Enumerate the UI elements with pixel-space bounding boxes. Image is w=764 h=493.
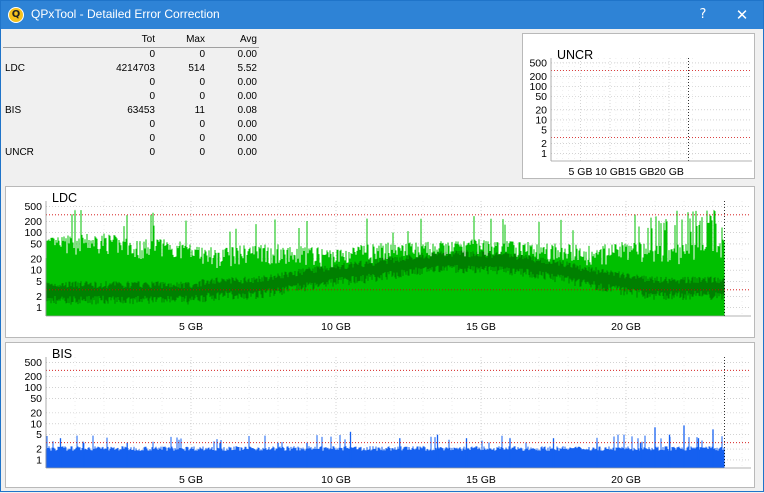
x-tick-label: 10 GB — [595, 166, 625, 178]
uncr-chart-panel: 500 200 100 50 20 10 5 2 1 5 GB 10 GB 15 GB 20 GB UNC… — [522, 33, 755, 179]
y-tick-label: 1 — [36, 454, 42, 466]
y-tick-label: 50 — [30, 393, 42, 405]
stats-row-0-tot: 0 — [149, 49, 155, 60]
bis-chart-panel: 500 200 100 50 20 10 5 2 1 5 GB 10 GB 15 GB 20 GB BIS — [5, 342, 755, 488]
stats-row-3-max: 0 — [199, 91, 205, 102]
x-tick-label: 15 GB — [466, 474, 496, 486]
stats-row-1-max: 514 — [188, 63, 205, 74]
stats-row-0-avg: 0.00 — [237, 49, 257, 60]
x-tick-label: 15 GB — [625, 166, 655, 178]
stats-row-1-avg: 5.52 — [237, 63, 257, 74]
stats-row-7-tot: 0 — [149, 147, 155, 158]
stats-header-row: Tot Max Avg — [3, 34, 259, 48]
chart-title: BIS — [52, 347, 72, 361]
bis-chart: 5002001005020105215 GB 10 GB 15 GB 20 GBBIS — [24, 347, 751, 486]
ldc-chart-panel: 500 200 100 50 20 10 5 2 1 5 GB 10 GB 15 GB 20 GB LDC — [5, 186, 755, 338]
stats-header-tot: Tot — [141, 34, 155, 45]
stats-row-4-tot: 63453 — [127, 105, 155, 116]
qpxtool-icon: Q — [8, 7, 24, 23]
stats-row-1-tot: 4214703 — [116, 63, 155, 74]
stats-row-5-max: 0 — [199, 119, 205, 130]
y-tick-label: 500 — [24, 201, 42, 213]
y-tick-label: 5 — [36, 429, 42, 441]
y-tick-label: 100 — [24, 227, 42, 239]
stats-row-2-avg: 0.00 — [237, 77, 257, 88]
client-area: Tot Max Avg 0 0 0.00 LDC 4214703 514 5.52 0 0 0.0… — [1, 29, 763, 491]
window-title: QPxTool - Detailed Error Correction — [31, 7, 220, 21]
chart-title: LDC — [52, 191, 77, 205]
stats-row-6-avg: 0.00 — [237, 133, 257, 144]
ldc-chart: 5002001005020105215 GB 10 GB 15 GB 20 GBLDC — [24, 191, 751, 333]
stats-row-1-label: LDC — [5, 63, 26, 74]
x-tick-label: 20 GB — [654, 166, 684, 178]
x-tick-label: 5 GB — [569, 166, 593, 178]
stats-row-3-avg: 0.00 — [237, 91, 257, 102]
y-tick-label: 500 — [529, 57, 547, 69]
y-tick-label: 10 — [30, 265, 42, 277]
chart-title: UNCR — [557, 48, 593, 62]
y-tick-label: 5 — [36, 276, 42, 288]
stats-row-4-max: 11 — [194, 105, 205, 116]
uncr-chart: 5002001005020105215 GB 10 GB 15 GB 20 GBUNC… — [529, 48, 752, 178]
stats-row-6-tot: 0 — [149, 133, 155, 144]
x-tick-label: 5 GB — [179, 321, 203, 333]
stats-row-3-tot: 0 — [149, 91, 155, 102]
y-tick-label: 50 — [535, 91, 547, 103]
stats-row-6-max: 0 — [199, 133, 205, 144]
error-stats-table: Tot Max Avg 0 0 0.00 LDC 4214703 514 5.52 0 0 0.0… — [3, 34, 259, 164]
y-tick-label: 500 — [24, 357, 42, 369]
x-tick-label: 20 GB — [611, 321, 641, 333]
y-tick-label: 1 — [36, 302, 42, 314]
y-tick-label: 1 — [541, 148, 547, 160]
stats-header-avg: Avg — [239, 34, 257, 45]
stats-row-2-max: 0 — [199, 77, 205, 88]
x-tick-label: 20 GB — [611, 474, 641, 486]
y-tick-label: 200 — [24, 216, 42, 228]
stats-row-7-avg: 0.00 — [237, 147, 257, 158]
stats-header-max: Max — [186, 34, 205, 45]
stats-row-7-max: 0 — [199, 147, 205, 158]
close-button[interactable]: ✕ — [726, 5, 758, 25]
y-tick-label: 20 — [30, 253, 42, 265]
stats-row-2-tot: 0 — [149, 77, 155, 88]
stats-row-4-label: BIS — [5, 105, 22, 116]
help-button[interactable]: ? — [691, 5, 715, 25]
x-tick-label: 15 GB — [466, 321, 496, 333]
y-tick-label: 5 — [541, 125, 547, 137]
x-tick-label: 10 GB — [321, 474, 351, 486]
qpxtool-window: Q QPxTool - Detailed Error Correction ? … — [0, 0, 764, 492]
stats-row-5-avg: 0.00 — [237, 119, 257, 130]
x-tick-label: 10 GB — [321, 321, 351, 333]
y-tick-label: 2 — [36, 291, 42, 303]
stats-row-4-avg: 0.08 — [237, 105, 257, 116]
title-bar[interactable]: Q QPxTool - Detailed Error Correction ? … — [1, 1, 763, 29]
y-tick-label: 50 — [30, 238, 42, 250]
stats-row-0-max: 0 — [199, 49, 205, 60]
stats-row-7-label: UNCR — [5, 147, 34, 158]
x-tick-label: 5 GB — [179, 474, 203, 486]
stats-row-5-tot: 0 — [149, 119, 155, 130]
